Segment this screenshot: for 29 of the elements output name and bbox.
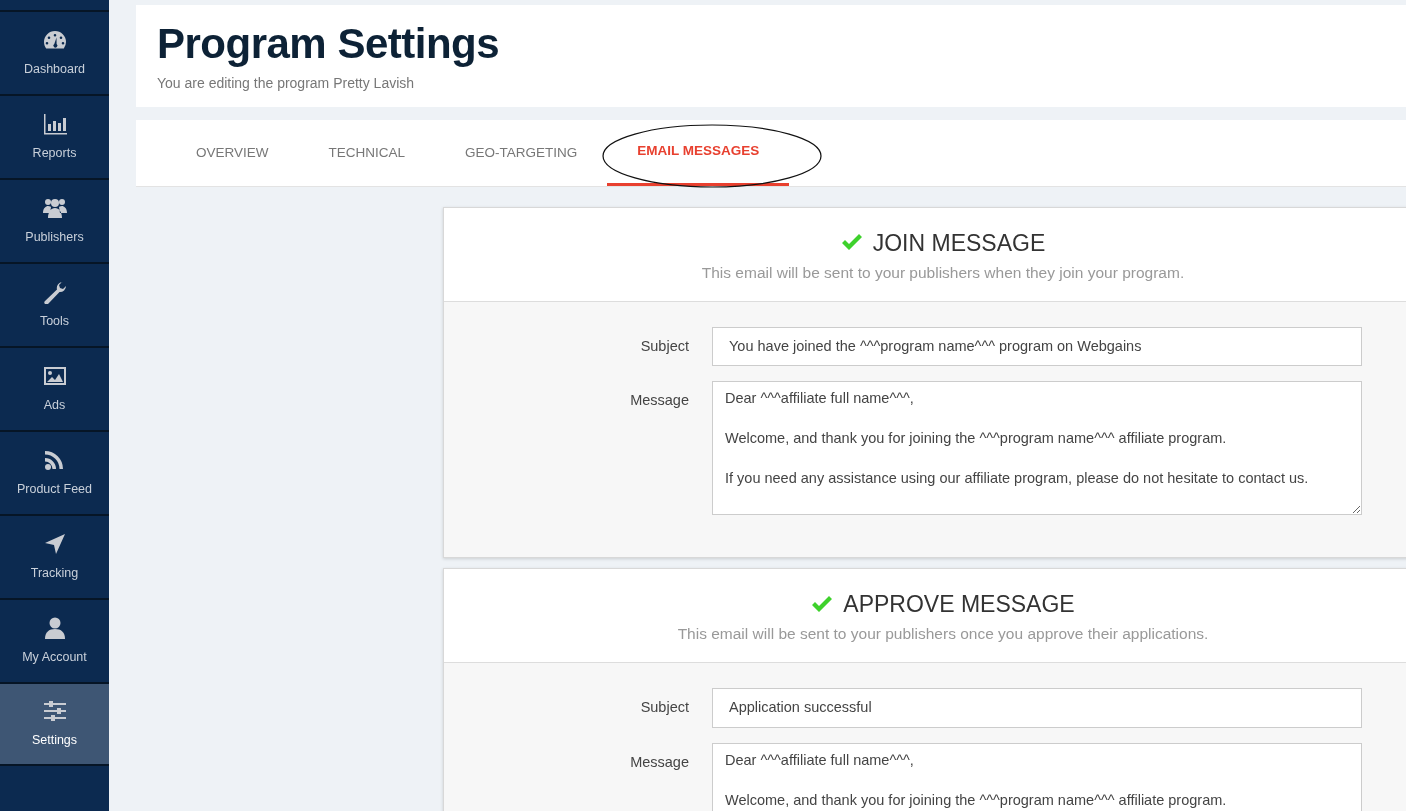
- sidebar-item[interactable]: Product Feed: [0, 430, 109, 514]
- sidebar-item[interactable]: Reports: [0, 94, 109, 178]
- card-description: This email will be sent to your publishers once you approve their applications.: [677, 623, 1209, 644]
- field-label: Subject: [639, 697, 690, 717]
- page-title: Program Settings: [157, 19, 501, 69]
- field-label: Subject: [639, 336, 690, 356]
- sidebar-item[interactable]: Tracking: [0, 514, 109, 598]
- message-field[interactable]: Dear ^^^affiliate full name^^^, Welcome, and thank you for joining the ^^^program name^^^ affiliate program.: [712, 742, 1362, 811]
- tab[interactable]: TECHNICAL: [298, 120, 436, 186]
- card-title: JOIN MESSAGE: [872, 229, 1046, 258]
- field-label: Message: [629, 391, 690, 411]
- subject-field[interactable]: Application successful: [712, 687, 1362, 728]
- field-label: Message: [629, 752, 690, 772]
- tab[interactable]: EMAIL MESSAGES: [607, 120, 790, 186]
- sidebar-item[interactable]: Ads: [0, 346, 109, 430]
- card-description: This email will be sent to your publishers when they join your program.: [701, 262, 1185, 283]
- message-field[interactable]: Dear ^^^affiliate full name^^^, Welcome, and thank you for joining the ^^^program name^^^ affiliate program. If you need any assistance using our affiliate program, please do not hesitate to contact us.: [712, 381, 1362, 516]
- sliders-icon: [41, 698, 68, 723]
- tab[interactable]: GEO-TARGETING: [435, 120, 608, 186]
- sidebar-item[interactable]: Settings: [0, 682, 109, 766]
- page-subtitle: You are editing the program Pretty Lavish: [157, 74, 415, 94]
- card-title: APPROVE MESSAGE: [843, 590, 1075, 620]
- subject-field[interactable]: You have joined the ^^^program name^^^ program on Webgains: [712, 326, 1362, 367]
- sidebar-item[interactable]: Tools: [0, 262, 109, 346]
- sidebar-item[interactable]: Dashboard: [0, 10, 109, 94]
- sidebar-item[interactable]: Publishers: [0, 178, 109, 262]
- bar-chart-icon: [41, 111, 68, 136]
- wrench-icon: [41, 279, 68, 304]
- tab[interactable]: OVERVIEW: [166, 120, 299, 186]
